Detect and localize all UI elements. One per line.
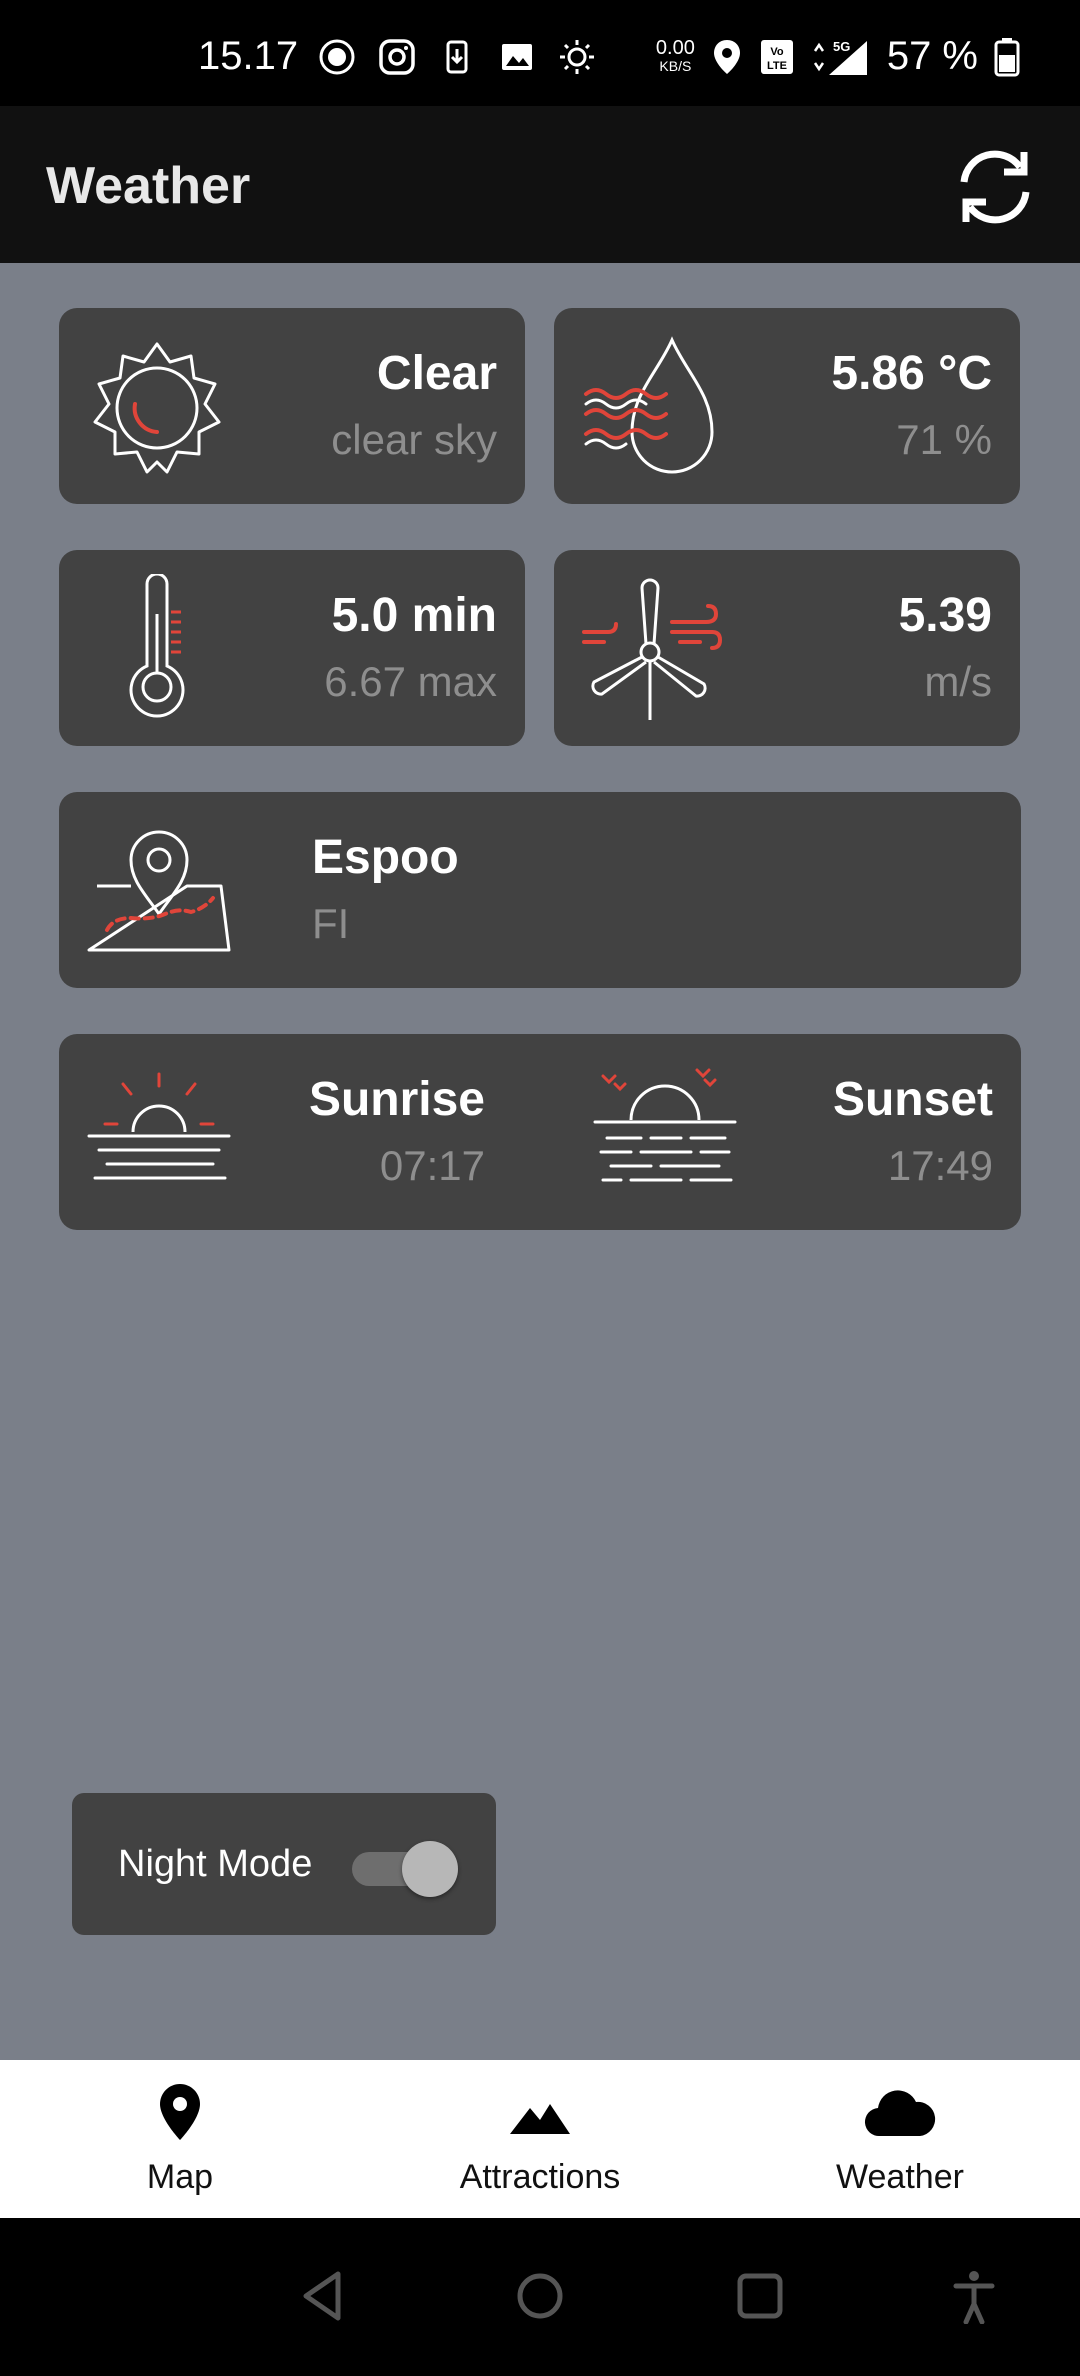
network-speed-value: 0.00 [655, 36, 695, 59]
nav-item-map[interactable]: Map [0, 2060, 360, 2218]
nav-label-weather: Weather [836, 2158, 964, 2196]
record-icon [319, 39, 355, 75]
battery-percent: 57 % [886, 34, 978, 78]
image-icon [502, 44, 532, 70]
svg-text:Vo: Vo [770, 46, 784, 58]
home-icon[interactable] [514, 2268, 566, 2324]
mountains-icon [510, 2104, 570, 2134]
battery-icon [994, 37, 1020, 76]
sunset-icon [593, 1068, 737, 1182]
network-speed: 0.00 KB/S [655, 36, 695, 75]
night-mode-label: Night Mode [118, 1843, 313, 1885]
brightness-icon [560, 40, 594, 74]
cloud-icon [864, 2090, 936, 2137]
accessibility-icon[interactable] [950, 2268, 998, 2324]
wind-turbine-icon [582, 578, 723, 720]
sun-times-card: Sunrise 07:17 Sunset 17:49 [59, 1034, 1021, 1230]
humidity-drop-icon [584, 336, 714, 474]
svg-text:LTE: LTE [767, 60, 787, 72]
location-country: FI [312, 900, 350, 947]
back-icon[interactable] [298, 2268, 346, 2324]
night-mode-panel: Night Mode [72, 1793, 496, 1935]
status-time: 15.17 [198, 34, 299, 78]
sunrise-label: Sunrise [308, 1073, 485, 1126]
status-bar: 15.17 0.00 KB/S Vo LTE 5G 57 % [0, 0, 1080, 106]
location-icon [713, 39, 740, 74]
sun-icon [93, 342, 221, 474]
nav-label-attractions: Attractions [459, 2158, 621, 2196]
temperature-min: 5.0 min [331, 589, 497, 642]
humidity-value: 71 % [896, 416, 992, 463]
location-card: Espoo FI [59, 792, 1021, 988]
bottom-navigation: Map Attractions Weather [0, 2060, 1080, 2218]
wind-unit: m/s [924, 658, 992, 705]
humidity-card: 5.86 °C 71 % [554, 308, 1020, 504]
page-title: Weather [46, 157, 251, 215]
temperature-card: 5.0 min 6.67 max [59, 550, 525, 746]
network-speed-unit: KB/S [659, 57, 692, 74]
map-pin-icon [160, 2084, 200, 2140]
nav-label-map: Map [146, 2158, 214, 2196]
wind-card: 5.39 m/s [554, 550, 1020, 746]
temperature-max: 6.67 max [324, 658, 497, 705]
sunset-time: 17:49 [887, 1142, 993, 1189]
thermometer-icon [129, 574, 185, 718]
status-right: 0.00 KB/S Vo LTE 5G 57 % [656, 34, 1020, 79]
location-city: Espoo [312, 831, 459, 884]
condition-main: Clear [376, 347, 497, 400]
night-mode-switch[interactable] [402, 1841, 458, 1897]
temperature-current: 5.86 °C [831, 347, 992, 400]
notification-icons [318, 38, 596, 76]
app-bar: Weather [0, 106, 1080, 263]
instagram-icon [379, 39, 415, 75]
network-type: 5G [833, 39, 850, 54]
condition-description: clear sky [331, 416, 497, 463]
system-navigation-bar [0, 2218, 1080, 2376]
condition-card: Clear clear sky [59, 308, 525, 504]
nav-item-weather[interactable]: Weather [720, 2060, 1080, 2218]
map-location-icon [87, 830, 231, 952]
refresh-icon[interactable] [950, 142, 1040, 232]
recents-icon[interactable] [734, 2268, 786, 2324]
sunrise-icon [87, 1072, 231, 1180]
sunset-label: Sunset [832, 1073, 993, 1126]
download-icon [446, 40, 468, 74]
wind-speed: 5.39 [898, 589, 992, 642]
nav-item-attractions[interactable]: Attractions [360, 2060, 720, 2218]
volte-icon: Vo LTE [760, 39, 793, 74]
sunrise-time: 07:17 [379, 1142, 485, 1189]
signal-icon: 5G [813, 39, 867, 75]
